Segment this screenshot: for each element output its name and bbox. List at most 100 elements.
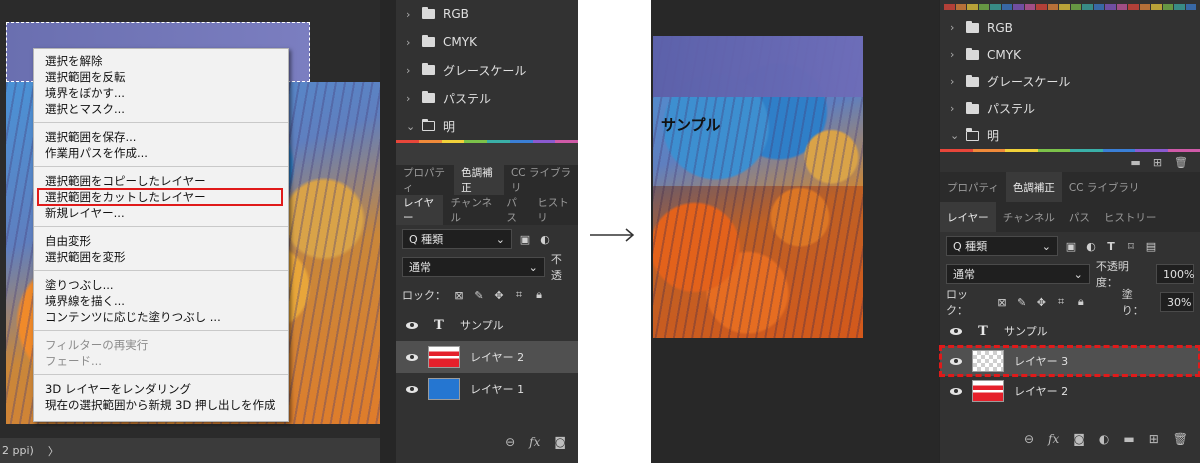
swatch-color[interactable] — [1059, 4, 1070, 10]
swatch-folder[interactable]: ⌄ 明 — [940, 122, 1200, 149]
swatch-color[interactable] — [1070, 4, 1081, 10]
panel-tab[interactable]: 色調補正 — [1005, 172, 1062, 202]
layer-panel-tab[interactable]: ヒストリ — [530, 195, 578, 225]
swatch-color[interactable] — [1116, 4, 1127, 10]
lock-transparency-icon[interactable]: ⊠ — [995, 295, 1009, 309]
menu-item[interactable]: 3D レイヤーをレンダリング — [34, 381, 288, 397]
swatch-color[interactable] — [1174, 4, 1185, 10]
fx-icon[interactable]: fx — [529, 435, 540, 449]
menu-item[interactable]: 選択を解除 — [34, 53, 288, 69]
swatch-color[interactable] — [1082, 4, 1093, 10]
link-icon[interactable]: ⊖ — [505, 435, 515, 449]
fill-field[interactable]: 30% — [1160, 292, 1195, 312]
swatch-color[interactable] — [1151, 4, 1162, 10]
visibility-eye-icon[interactable] — [406, 353, 418, 361]
menu-item[interactable]: 選択範囲を保存... — [34, 129, 288, 145]
swatch-folder[interactable]: › グレースケール — [396, 56, 578, 84]
swatch-color[interactable] — [944, 4, 955, 10]
panel-tab[interactable]: プロパティ — [396, 165, 454, 195]
menu-item[interactable]: 選択範囲をコピーしたレイヤー — [34, 173, 288, 189]
panel-tab[interactable]: プロパティ — [940, 172, 1006, 202]
layer-panel-tab[interactable]: レイヤー — [940, 202, 996, 232]
type-filter-icon[interactable]: T — [1104, 239, 1118, 253]
layer-row[interactable]: T サンプル — [940, 316, 1200, 346]
menu-item[interactable]: 自由変形 — [34, 233, 288, 249]
lock-transparency-icon[interactable]: ⊠ — [452, 288, 466, 302]
layer-row[interactable]: レイヤー 1 — [396, 373, 578, 405]
adjustment-filter-icon[interactable]: ◐ — [1084, 239, 1098, 253]
lock-position-icon[interactable]: ✥ — [492, 288, 506, 302]
layer-row[interactable]: T サンプル — [396, 309, 578, 341]
lock-paint-icon[interactable]: ✎ — [1015, 295, 1029, 309]
swatch-color[interactable] — [1105, 4, 1116, 10]
swatch-folder[interactable]: › RGB — [396, 0, 578, 28]
layer-panel-tab[interactable]: パス — [1062, 202, 1097, 232]
layer-panel-tab[interactable]: チャンネル — [443, 195, 499, 225]
swatch-folder[interactable]: › RGB — [940, 14, 1200, 41]
lock-paint-icon[interactable]: ✎ — [472, 288, 486, 302]
layer-row[interactable]: レイヤー 2 — [396, 341, 578, 373]
blend-mode-dropdown[interactable]: 通常 ⌄ — [402, 257, 545, 277]
menu-item[interactable]: 境界をぼかす... — [34, 85, 288, 101]
layer-panel-tab[interactable]: ヒストリー — [1097, 202, 1164, 232]
menu-item[interactable]: 新規レイヤー... — [34, 205, 288, 221]
swatch-folder[interactable]: › CMYK — [396, 28, 578, 56]
shape-filter-icon[interactable]: ⌑ — [1124, 239, 1138, 253]
layer-row[interactable]: レイヤー 3 — [939, 345, 1200, 377]
status-arrow-icon[interactable]: 〉 — [48, 443, 59, 459]
opacity-field[interactable]: 100% — [1156, 264, 1194, 284]
new-layer-icon[interactable]: ⊞ — [1149, 432, 1159, 446]
swatch-color[interactable] — [1093, 4, 1104, 10]
trash-icon[interactable]: 🗑︎ — [1173, 432, 1188, 446]
swatch-color[interactable] — [1047, 4, 1058, 10]
swatch-folder[interactable]: › パステル — [940, 95, 1200, 122]
panel-tab[interactable]: 色調補正 — [454, 165, 504, 195]
visibility-eye-icon[interactable] — [406, 385, 418, 393]
link-icon[interactable]: ⊖ — [1024, 432, 1034, 446]
image-filter-icon[interactable]: ▣ — [1064, 239, 1078, 253]
menu-item[interactable]: 選択とマスク... — [34, 101, 288, 117]
swatch-folder[interactable]: › CMYK — [940, 41, 1200, 68]
layer-panel-tab[interactable]: チャンネル — [996, 202, 1062, 232]
menu-item[interactable]: 現在の選択範囲から新規 3D 押し出しを作成 — [34, 397, 288, 413]
menu-item[interactable]: 選択範囲を変形 — [34, 249, 288, 265]
new-swatch-icon[interactable]: ⊞ — [1153, 156, 1162, 169]
swatch-color[interactable] — [1036, 4, 1047, 10]
lock-all-icon[interactable]: 🔒︎ — [532, 288, 546, 302]
swatch-folder[interactable]: › グレースケール — [940, 68, 1200, 95]
fx-icon[interactable]: fx — [1048, 432, 1059, 446]
lock-artboard-icon[interactable]: ⌗ — [1054, 295, 1068, 309]
layer-row[interactable]: レイヤー 2 — [940, 376, 1200, 406]
lock-all-icon[interactable]: 🔒︎ — [1074, 295, 1088, 309]
layer-panel-tab[interactable]: レイヤー — [396, 195, 444, 225]
panel-tab[interactable]: CC ライブラリ — [504, 165, 578, 195]
swatch-color[interactable] — [1128, 4, 1139, 10]
swatch-color[interactable] — [1024, 4, 1035, 10]
menu-item[interactable]: 選択範囲を反転 — [34, 69, 288, 85]
swatch-color[interactable] — [1001, 4, 1012, 10]
visibility-eye-icon[interactable] — [950, 357, 962, 365]
swatch-color[interactable] — [1185, 4, 1196, 10]
layer-panel-tab[interactable]: パス — [499, 195, 530, 225]
swatch-color[interactable] — [955, 4, 966, 10]
visibility-eye-icon[interactable] — [950, 387, 962, 395]
swatch-color[interactable] — [967, 4, 978, 10]
lock-artboard-icon[interactable]: ⌗ — [512, 288, 526, 302]
menu-item[interactable]: 選択範囲をカットしたレイヤー — [37, 188, 283, 206]
lock-position-icon[interactable]: ✥ — [1035, 295, 1049, 309]
filter-dropdown[interactable]: Q 種類 ⌄ — [402, 229, 512, 249]
smart-object-filter-icon[interactable]: ▤ — [1144, 239, 1158, 253]
new-folder-icon[interactable]: ▬ — [1130, 156, 1140, 169]
swatch-folder[interactable]: › パステル — [396, 84, 578, 112]
adjustment-icon[interactable]: ◐ — [1099, 432, 1109, 446]
swatch-folder[interactable]: ⌄ 明 — [396, 112, 578, 140]
swatch-color[interactable] — [1139, 4, 1150, 10]
document-canvas[interactable]: サンプル — [651, 0, 939, 463]
mask-icon[interactable]: ◙ — [554, 435, 566, 449]
image-filter-icon[interactable]: ▣ — [518, 232, 532, 246]
swatch-color[interactable] — [978, 4, 989, 10]
swatch-color[interactable] — [1013, 4, 1024, 10]
menu-item[interactable]: 塗りつぶし... — [34, 277, 288, 293]
visibility-eye-icon[interactable] — [950, 327, 962, 335]
panel-tab[interactable]: CC ライブラリ — [1062, 172, 1147, 202]
